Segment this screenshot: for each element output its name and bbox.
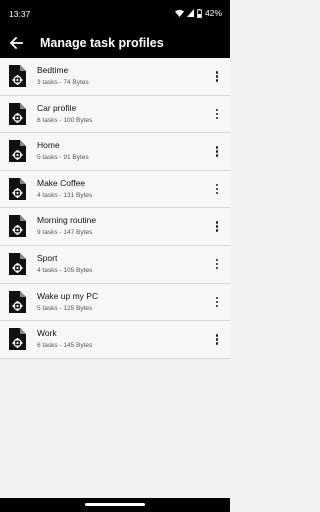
file-settings-icon bbox=[9, 102, 26, 125]
profile-list: Bedtime 3 tasks - 74 Bytes Car profile 6… bbox=[0, 58, 230, 359]
profile-task-count: 5 tasks bbox=[37, 304, 58, 312]
more-vertical-icon[interactable] bbox=[215, 108, 219, 121]
profile-size: 100 Bytes bbox=[63, 116, 93, 124]
profile-meta: 5 tasks - 125 Bytes bbox=[37, 305, 92, 312]
status-time: 13:37 bbox=[9, 9, 31, 19]
profile-meta: 6 tasks - 145 Bytes bbox=[37, 342, 92, 349]
profile-row-7[interactable]: Work 6 tasks - 145 Bytes bbox=[0, 321, 230, 359]
page-title: Manage task profiles bbox=[40, 36, 164, 50]
file-settings-icon bbox=[9, 328, 26, 351]
profile-meta: 4 tasks - 131 Bytes bbox=[37, 192, 92, 199]
navigation-bar bbox=[0, 498, 230, 512]
profile-size: 74 Bytes bbox=[63, 79, 89, 86]
profile-name: Home bbox=[37, 140, 60, 151]
profile-meta: 3 tasks - 74 Bytes bbox=[37, 79, 89, 86]
more-vertical-icon[interactable] bbox=[215, 183, 219, 196]
profile-size: 105 Bytes bbox=[63, 266, 93, 274]
signal-icon bbox=[186, 9, 194, 17]
profile-meta: 5 tasks - 91 Bytes bbox=[37, 154, 89, 161]
profile-task-count: 6 tasks bbox=[37, 342, 58, 350]
battery-level: 42% bbox=[204, 8, 222, 18]
file-settings-icon bbox=[9, 215, 26, 238]
status-icons: 42% bbox=[174, 8, 222, 18]
profile-task-count: 6 tasks bbox=[37, 116, 58, 124]
profile-name: Work bbox=[37, 328, 57, 339]
profile-task-count: 4 tasks bbox=[37, 266, 58, 274]
home-gesture-pill[interactable] bbox=[85, 503, 145, 506]
profile-size: 147 Bytes bbox=[63, 229, 93, 237]
profile-task-count: 3 tasks bbox=[37, 79, 58, 86]
file-settings-icon bbox=[9, 65, 26, 87]
profile-name: Wake up my PC bbox=[37, 290, 99, 301]
more-vertical-icon[interactable] bbox=[215, 146, 219, 158]
profile-size: 145 Bytes bbox=[63, 342, 93, 350]
profile-name: Car profile bbox=[37, 102, 77, 113]
app-bar: Manage task profiles bbox=[0, 24, 230, 62]
more-vertical-icon[interactable] bbox=[215, 334, 219, 346]
arrow-back-icon[interactable] bbox=[9, 36, 23, 50]
profile-row-1[interactable]: Car profile 6 tasks - 100 Bytes bbox=[0, 95, 230, 134]
battery-icon bbox=[197, 8, 202, 18]
profile-size: 131 Bytes bbox=[63, 191, 93, 199]
profile-row-4[interactable]: Morning routine 9 tasks - 147 Bytes bbox=[0, 208, 230, 246]
profile-row-3[interactable]: Make Coffee 4 tasks - 131 Bytes bbox=[0, 170, 230, 209]
status-bar: 13:37 42% bbox=[0, 0, 230, 24]
more-vertical-icon[interactable] bbox=[215, 258, 219, 271]
profile-size: 91 Bytes bbox=[63, 154, 89, 162]
profile-name: Make Coffee bbox=[37, 177, 86, 188]
profile-name: Sport bbox=[37, 252, 58, 263]
more-vertical-icon[interactable] bbox=[215, 221, 219, 233]
profile-task-count: 4 tasks bbox=[37, 191, 58, 199]
more-vertical-icon[interactable] bbox=[215, 296, 219, 309]
profile-row-6[interactable]: Wake up my PC 5 tasks - 125 Bytes bbox=[0, 283, 230, 322]
profile-size: 125 Bytes bbox=[63, 304, 93, 312]
profile-task-count: 5 tasks bbox=[37, 154, 58, 162]
profile-meta: 4 tasks - 105 Bytes bbox=[37, 267, 92, 274]
profile-meta: 9 tasks - 147 Bytes bbox=[37, 229, 92, 236]
profile-name: Bedtime bbox=[37, 65, 69, 75]
profile-name: Morning routine bbox=[37, 215, 97, 226]
file-settings-icon bbox=[9, 140, 26, 163]
profile-meta: 6 tasks - 100 Bytes bbox=[37, 117, 92, 124]
wifi-icon bbox=[174, 9, 184, 17]
profile-row-2[interactable]: Home 5 tasks - 91 Bytes bbox=[0, 133, 230, 171]
profile-row-5[interactable]: Sport 4 tasks - 105 Bytes bbox=[0, 245, 230, 284]
profile-task-count: 9 tasks bbox=[37, 229, 58, 237]
more-vertical-icon[interactable] bbox=[215, 71, 219, 83]
file-settings-icon bbox=[9, 177, 26, 200]
file-settings-icon bbox=[9, 290, 26, 313]
profile-row-0[interactable]: Bedtime 3 tasks - 74 Bytes bbox=[0, 58, 230, 96]
file-settings-icon bbox=[9, 252, 26, 275]
